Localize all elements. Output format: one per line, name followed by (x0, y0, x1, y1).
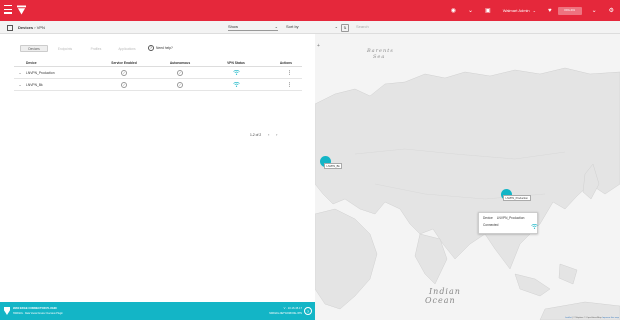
show-label: Show (228, 24, 239, 29)
chevron-down-icon[interactable]: ⌄ (592, 7, 597, 14)
chevron-down-icon: ⌄ (532, 8, 537, 13)
account-menu[interactable]: Walmart Admin ⌄ (503, 8, 536, 13)
footer-version: V · 10.16.45.17 (283, 307, 302, 310)
help-icon: ? (148, 45, 154, 51)
menu-icon[interactable] (4, 5, 12, 15)
toolbar: Devices › VPN Show ⌄ Sort by ⌄ ⇅ Search (0, 21, 620, 34)
search-input[interactable]: Search (356, 24, 618, 31)
pagination-range: 1-2 of 2 (250, 133, 262, 137)
prev-page-button[interactable]: ‹ (268, 133, 269, 137)
header-actions: Actions (279, 60, 292, 65)
grid-icon[interactable] (7, 24, 13, 31)
globe-icon[interactable]: ◉ (451, 7, 456, 14)
help-link[interactable]: ? Need help? (148, 45, 173, 51)
page-bottom (0, 320, 620, 329)
header-autonomous[interactable]: Autonomous (152, 61, 208, 65)
header-vpn-status[interactable]: VPN Status (208, 61, 264, 65)
marker-label: LNVPN_Production (503, 195, 531, 201)
sort-by-select[interactable]: Sort by ⌄ (286, 24, 338, 31)
marker-label: LNVPN_Bk (324, 163, 343, 169)
map-label-indian-ocean: Indian Ocean (425, 287, 461, 305)
breadcrumb: Devices › VPN (18, 25, 45, 30)
check-circle-icon: ✓ (121, 81, 127, 88)
account-name: Walmart Admin (502, 8, 530, 13)
next-page-button[interactable]: › (276, 133, 277, 137)
footer-logo-icon (4, 307, 10, 315)
chevron-down-icon: ⌄ (274, 24, 278, 29)
wifi-icon (232, 81, 240, 88)
actions-menu-icon[interactable]: ⋮ (287, 82, 292, 88)
device-panel: Devices Endpoints Profiles Applications … (0, 34, 313, 302)
org-selector[interactable]: ORG-001 (557, 6, 582, 15)
heart-icon[interactable]: ♥ (548, 8, 552, 14)
footer-host: NWDIAG-NETWORKING-VPN (269, 311, 302, 315)
map-view[interactable]: + Barents Sea Indian Ocean LNVPN_Bk LNVPN_… (315, 34, 620, 320)
map-attribution: Leaflet | © Mapbox © OpenStreetMap Impro… (564, 317, 619, 319)
pagination: 1-2 of 2 ‹ › (250, 133, 277, 137)
wifi-icon (232, 69, 240, 76)
table-header: Device Service Enabled Autonomous VPN St… (14, 59, 302, 67)
monitor-icon[interactable]: ▣ (485, 7, 491, 14)
device-table: Device Service Enabled Autonomous VPN St… (14, 59, 302, 91)
map-label-barents: Barents Sea (367, 48, 394, 60)
tab-applications[interactable]: Applications (113, 45, 141, 52)
sort-direction-button[interactable]: ⇅ (341, 23, 349, 32)
top-bar: ◉ ⌄ ▣ Walmart Admin ⌄ ♥ ORG-001 ⌄ ⚙ (0, 0, 620, 21)
chevron-down-icon: ⌄ (334, 24, 338, 29)
map-zoom-in-button[interactable]: + (317, 43, 320, 49)
device-name: LNVPN_Bk (26, 82, 43, 87)
check-circle-icon: ✓ (177, 69, 183, 76)
improve-map-link[interactable]: Improve this map (602, 317, 619, 319)
header-device[interactable]: Device (26, 61, 96, 65)
settings-icon[interactable]: ⚙ (609, 7, 614, 14)
breadcrumb-separator: › (34, 25, 36, 30)
expand-chevron-icon[interactable]: ⌄ (14, 82, 26, 87)
header-service-enabled[interactable]: Service Enabled (96, 61, 152, 65)
tab-endpoints[interactable]: Endpoints (51, 45, 79, 52)
footer-title: WAN EDGE CONNECTOR PLUGIN (13, 307, 57, 310)
chevron-down-icon[interactable]: ⌄ (468, 7, 473, 14)
popup-device-value: LNVPN_Production (496, 216, 525, 220)
tab-bar: Devices Endpoints Profiles Applications (20, 45, 141, 52)
footer-bar: WAN EDGE CONNECTOR PLUGIN NWDIAG · Data … (0, 302, 315, 320)
check-circle-icon: ✓ (177, 81, 183, 88)
check-circle-icon: ✓ (121, 69, 127, 76)
leaflet-link[interactable]: Leaflet (565, 317, 572, 319)
sort-label: Sort by (286, 24, 299, 29)
help-label: Need help? (156, 46, 173, 50)
device-name: LNVPN_Production (26, 70, 55, 75)
table-row[interactable]: ⌄ LNVPN_Bk ✓ ✓ ⋮ (14, 79, 302, 91)
footer-help-icon[interactable]: ? (304, 307, 312, 315)
breadcrumb-vpn: VPN (36, 25, 45, 30)
footer-subtitle: NWDIAG · Data Views Device Overview Plug… (13, 311, 63, 315)
device-popup[interactable]: Device LNVPN_Production Connected (478, 212, 538, 234)
expand-chevron-icon[interactable]: ⌄ (14, 70, 26, 75)
brand-logo[interactable] (17, 5, 26, 15)
table-row[interactable]: ⌄ LNVPN_Production ✓ ✓ ⋮ (14, 67, 302, 79)
tab-devices[interactable]: Devices (20, 45, 48, 52)
tab-profiles[interactable]: Profiles (82, 45, 110, 52)
map-landmass (315, 34, 620, 320)
popup-device-key: Device (483, 216, 493, 220)
actions-menu-icon[interactable]: ⋮ (287, 70, 292, 76)
popup-status: Connected (483, 223, 499, 227)
breadcrumb-devices[interactable]: Devices (18, 25, 33, 30)
show-select[interactable]: Show ⌄ (228, 24, 278, 31)
